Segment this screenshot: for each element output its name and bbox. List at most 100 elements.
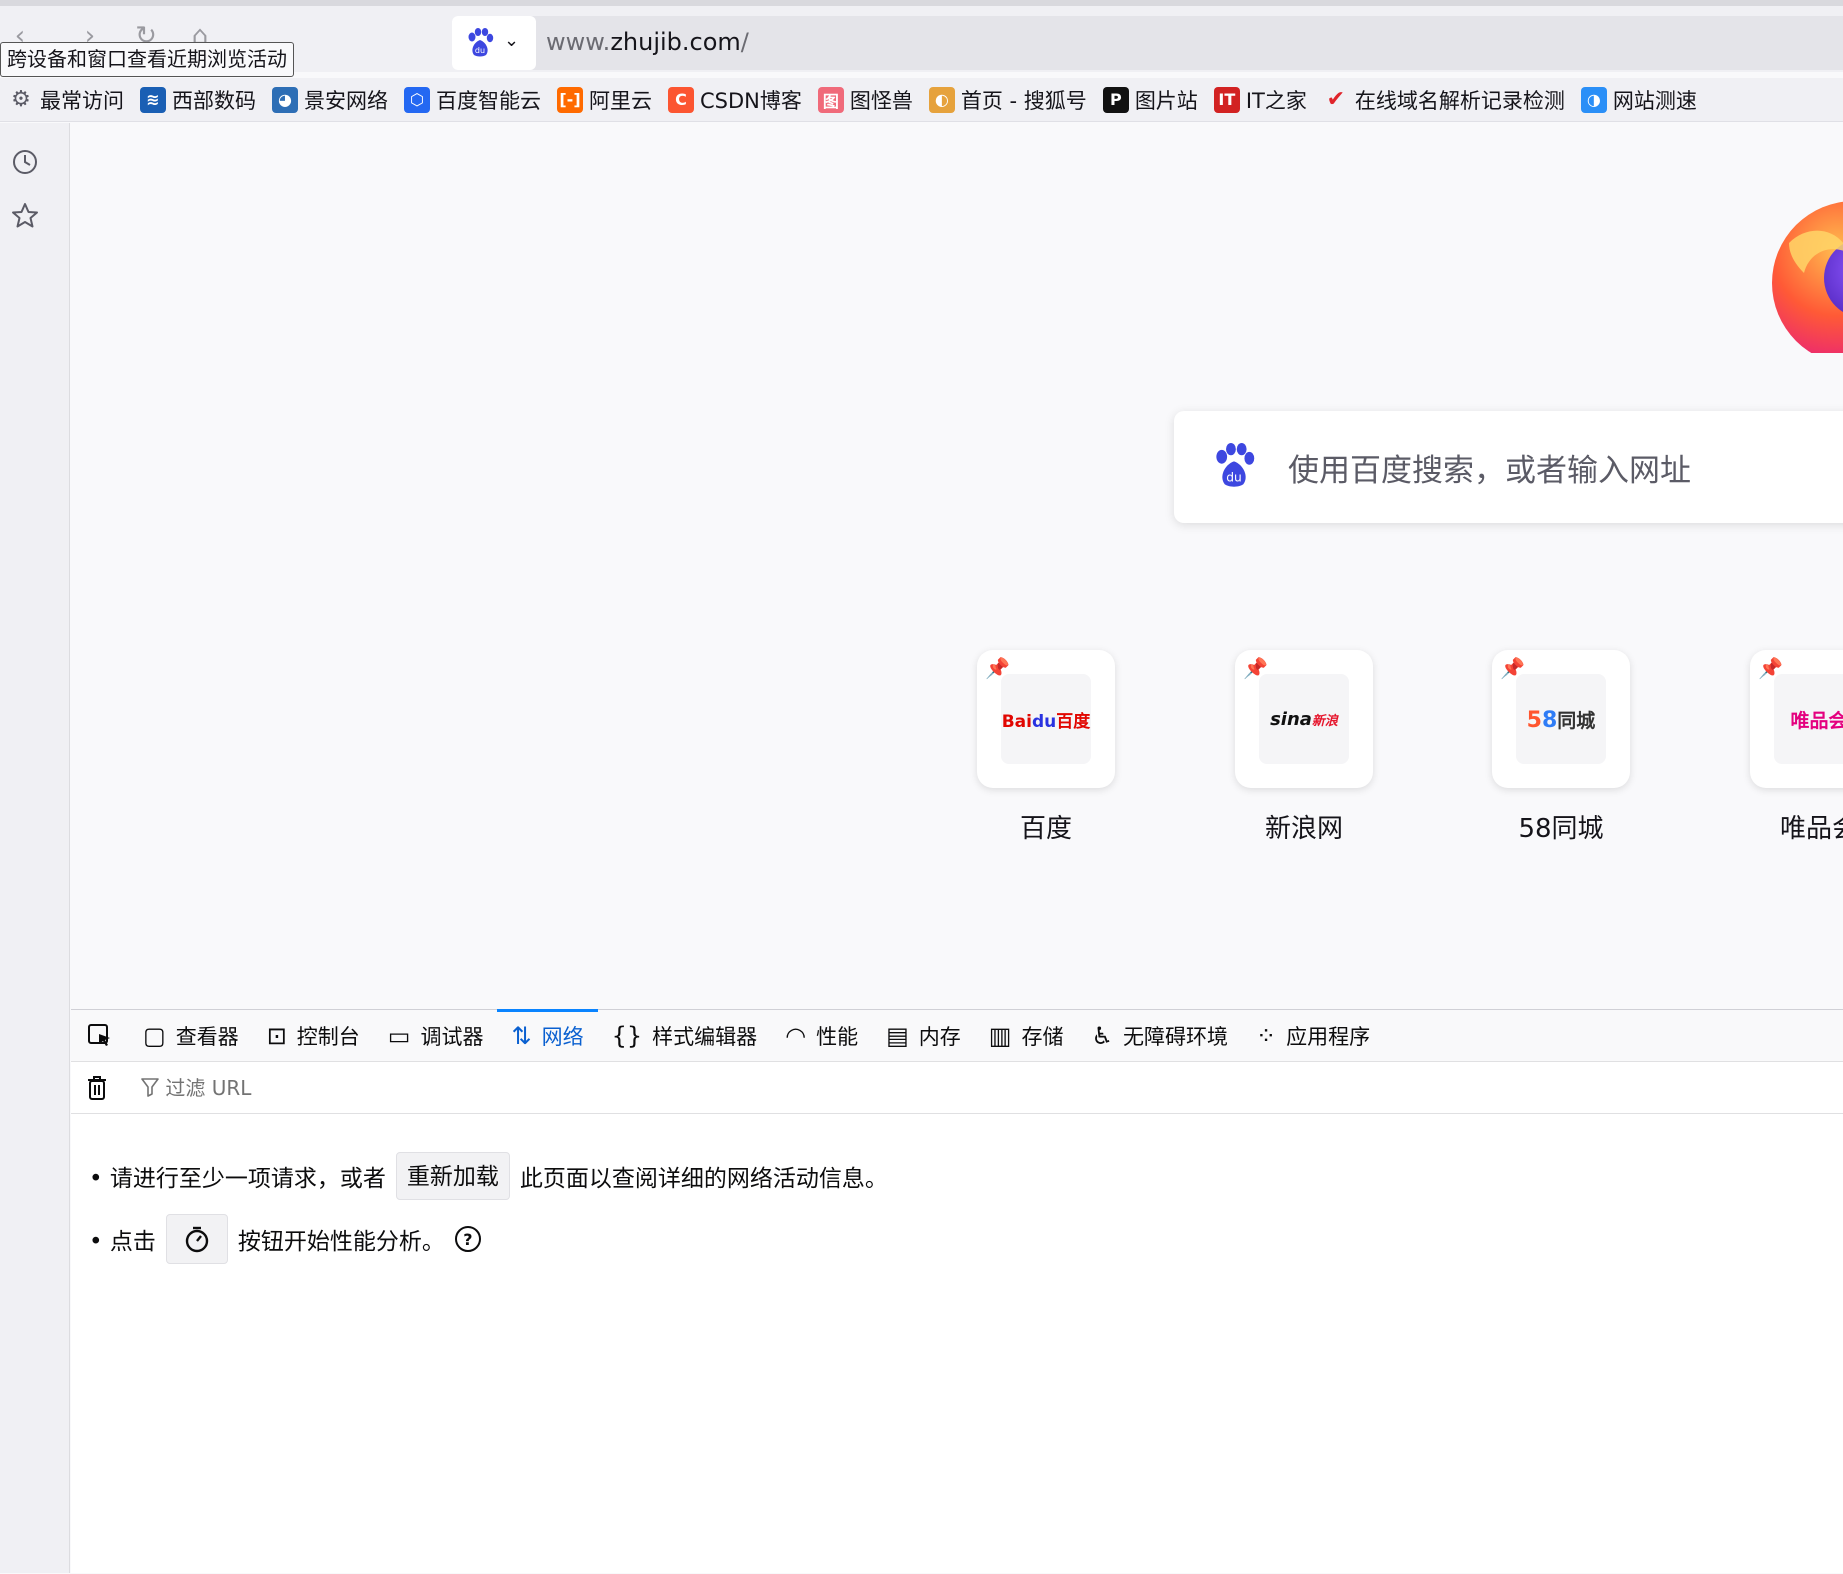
bookmark-label: 首页 - 搜狐号 — [960, 88, 1087, 113]
newtab-search-box[interactable]: du 使用百度搜索，或者输入网址 — [1174, 411, 1843, 523]
bookmark-item[interactable]: ⬡ 百度智能云 — [396, 85, 549, 115]
bookmark-item[interactable]: ◑ 网站测速 — [1573, 85, 1705, 115]
hint-text: 此页面以查阅详细的网络活动信息。 — [519, 1166, 888, 1192]
hint-text: • 点击 — [89, 1229, 156, 1255]
tile-card[interactable]: 58同城 📌 — [1492, 650, 1630, 788]
pin-icon: 📌 — [985, 656, 1010, 680]
chevron-down-icon: ⌄ — [504, 30, 520, 51]
devtools-tab[interactable]: ▢ 查看器 — [129, 1010, 253, 1061]
bookmark-label: 景安网络 — [304, 88, 388, 113]
bookmark-label: 西部数码 — [172, 88, 256, 113]
hint-text: 按钮开始性能分析。 — [237, 1229, 445, 1255]
devtools-tab-label: 调试器 — [420, 1024, 484, 1049]
pin-icon: 📌 — [1758, 656, 1783, 680]
jingan-icon: ◕ — [272, 86, 298, 113]
bookmark-item[interactable]: P 图片站 — [1095, 85, 1206, 115]
tooltip: 跨设备和窗口查看近期浏览活动 — [0, 42, 294, 77]
devtools-tab[interactable]: ▤ 内存 — [872, 1010, 975, 1061]
bookmark-label: 阿里云 — [589, 88, 652, 113]
bookmark-item[interactable]: ◐ 首页 - 搜狐号 — [921, 85, 1095, 115]
bookmarks-toolbar: ⚙ 最常访问 ≋ 西部数码 ◕ 景安网络 ⬡ 百度智能云 [-] 阿里云 C CSDN博客图图怪兽 ◐ 首… — [0, 78, 1843, 122]
element-picker-button[interactable] — [71, 1010, 129, 1061]
url-text[interactable]: www.zhujib.com/ — [546, 28, 749, 56]
baidu-paw-icon: du — [466, 28, 494, 62]
console-icon: ⊡ — [266, 1021, 287, 1050]
bookmark-item[interactable]: ⚙ 最常访问 — [0, 85, 132, 115]
devtools-tab-label: 控制台 — [296, 1024, 360, 1049]
pin-icon: 📌 — [1500, 656, 1525, 680]
devtools-tab[interactable]: ⊡ 控制台 — [253, 1010, 374, 1061]
check-icon: ✔ — [1326, 87, 1346, 112]
reload-hint: • 请进行至少一项请求，或者 重新加载 此页面以查阅详细的网络活动信息。 — [89, 1152, 888, 1200]
west-digital-icon: ≋ — [140, 86, 166, 113]
search-engine-button[interactable]: du ⌄ — [452, 16, 536, 70]
bookmark-item[interactable]: C CSDN博客 — [660, 85, 810, 115]
tile-label: 唯品会 — [1779, 814, 1843, 844]
bookmark-item[interactable]: ≋ 西部数码 — [132, 85, 264, 115]
svg-text:du: du — [1226, 470, 1242, 484]
devtools-tab-label: 存储 — [1021, 1024, 1064, 1049]
reload-button[interactable]: 重新加载 — [395, 1152, 510, 1200]
sina-logo: sina新浪 — [1259, 674, 1349, 764]
58tongcheng-logo: 58同城 — [1516, 674, 1606, 764]
storage-icon: ▥ — [988, 1021, 1012, 1050]
devtools-tab[interactable]: ⁘ 应用程序 — [1242, 1010, 1384, 1061]
newtab-page: du 使用百度搜索，或者输入网址 Baidu百度 📌 百度 sina新浪 📌 新… — [71, 123, 1843, 1009]
tile-card[interactable]: 唯品会 📌 — [1750, 650, 1843, 788]
trash-icon[interactable] — [85, 1074, 109, 1108]
filter-placeholder: 过滤 URL — [165, 1076, 252, 1100]
devtools-tab[interactable]: ▭ 调试器 — [374, 1010, 498, 1061]
devtools-tab[interactable]: ▥ 存储 — [975, 1010, 1078, 1061]
bookmark-label: 最常访问 — [40, 88, 124, 113]
network-filterbar: 过滤 URL — [71, 1062, 1843, 1114]
stopwatch-button[interactable] — [165, 1214, 228, 1264]
bookmark-label: 图怪兽 — [849, 88, 913, 113]
filter-icon — [141, 1074, 159, 1106]
bookmark-label: 图片站 — [1134, 88, 1198, 113]
history-icon[interactable] — [10, 147, 40, 177]
pin-icon: 📌 — [1243, 656, 1268, 680]
devtools-tab[interactable]: {} 样式编辑器 — [598, 1010, 772, 1061]
bookmark-item[interactable]: IT IT之家 — [1206, 85, 1315, 115]
devtools-tab-label: 内存 — [918, 1024, 961, 1049]
application-icon: ⁘ — [1255, 1021, 1277, 1050]
baidu-paw-icon: du — [1212, 443, 1256, 493]
help-icon[interactable]: ? — [454, 1226, 481, 1252]
style-editor-icon: {} — [611, 1021, 643, 1050]
search-placeholder: 使用百度搜索，或者输入网址 — [1288, 453, 1691, 489]
tile-label: 新浪网 — [1264, 814, 1343, 844]
bookmark-item[interactable]: ◕ 景安网络 — [264, 85, 396, 115]
csdn-icon: C — [668, 86, 694, 113]
filter-url-input[interactable]: 过滤 URL — [141, 1072, 741, 1104]
baidu-logo: Baidu百度 — [1001, 674, 1091, 764]
accessibility-icon: ♿ — [1091, 1021, 1113, 1050]
network-empty-notice: • 请进行至少一项请求，或者 重新加载 此页面以查阅详细的网络活动信息。 • 点… — [71, 1114, 1843, 1574]
vip-logo: 唯品会 — [1774, 674, 1843, 764]
url-path: / — [740, 28, 749, 56]
url-bar[interactable]: du ⌄ www.zhujib.com/ — [452, 16, 1843, 70]
aliyun-icon: [-] — [557, 86, 583, 113]
devtools-tab[interactable]: ♿ 无障碍环境 — [1077, 1010, 1242, 1061]
devtools-tab-label: 样式编辑器 — [652, 1024, 758, 1049]
tile-label: 58同城 — [1518, 814, 1604, 844]
tile-card[interactable]: Baidu百度 📌 — [977, 650, 1115, 788]
tile-label: 百度 — [1019, 814, 1072, 844]
bookmark-item[interactable]: [-] 阿里云 — [549, 85, 660, 115]
bookmark-item[interactable]: 图图怪兽 — [810, 85, 921, 115]
inspector-icon: ▢ — [143, 1021, 166, 1050]
speedtest-icon: ◑ — [1580, 86, 1607, 113]
devtools-tab[interactable]: ⇅ 网络 — [497, 1009, 598, 1061]
bookmark-item[interactable]: ✔ 在线域名解析记录检测 — [1315, 85, 1573, 115]
devtools-tab-label: 性能 — [816, 1024, 859, 1049]
stopwatch-icon — [185, 1226, 209, 1253]
sidebar — [0, 123, 70, 1573]
url-host: zhujib.com — [610, 28, 741, 56]
firefox-logo — [1749, 183, 1843, 365]
debugger-icon: ▭ — [387, 1021, 411, 1050]
star-icon[interactable] — [10, 201, 40, 231]
tile-card[interactable]: sina新浪 📌 — [1235, 650, 1373, 788]
tuguaishou-icon: 图 — [817, 86, 844, 113]
devtools-tab[interactable]: ◠ 性能 — [771, 1010, 872, 1061]
devtools-panel: ▢ 查看器 ⊡ 控制台 ▭ 调试器 ⇅ 网络 {} 样式编辑器 ◠ 性能 ▤ 内存 ▥ 存储 ♿ 无障碍环境 ⁘ 应用… — [71, 1009, 1843, 1573]
memory-icon: ▤ — [886, 1021, 909, 1050]
